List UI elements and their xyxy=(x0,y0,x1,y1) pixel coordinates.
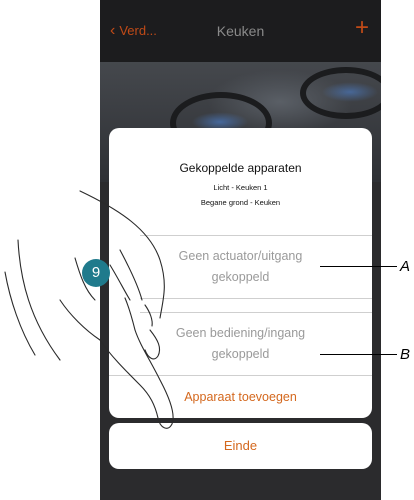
step-number-badge: 9 xyxy=(82,259,110,287)
pointing-hand-illustration xyxy=(4,190,174,429)
